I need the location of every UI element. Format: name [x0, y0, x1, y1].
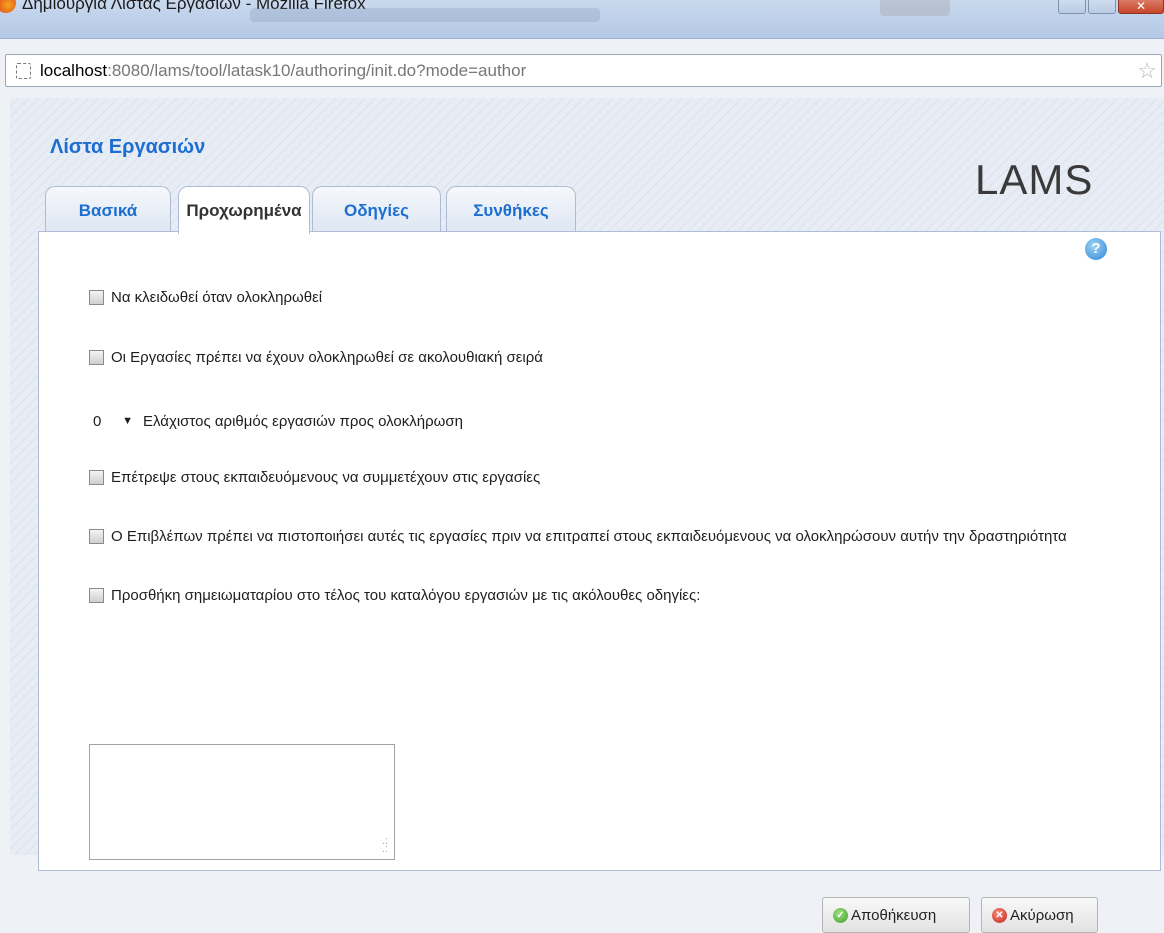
firefox-icon [0, 0, 16, 13]
notebook-instructions-textarea[interactable]: .:.: [89, 744, 395, 860]
window-controls: ✕ [1058, 0, 1164, 14]
lams-logo: LAMS [975, 156, 1094, 203]
resize-grip-icon[interactable]: .:.: [382, 836, 388, 855]
allow-contribution-checkbox[interactable] [89, 470, 104, 485]
monitor-verify-label: Ο Επιβλέπων πρέπει να πιστοποιήσει αυτές… [111, 528, 1067, 545]
tab-advanced[interactable]: Προχωρημένα [178, 186, 310, 234]
cancel-icon: ✕ [992, 907, 1007, 923]
lock-when-finished-checkbox[interactable] [89, 290, 104, 305]
add-notebook-option: Προσθήκη σημειωματαρίου στο τέλος του κα… [89, 587, 700, 604]
url-path: :8080/lams/tool/latask10/authoring/init.… [107, 61, 527, 80]
help-icon[interactable]: ? [1085, 238, 1107, 260]
advanced-settings-panel: ? Να κλειδωθεί όταν ολοκληρωθεί Οι Εργασ… [38, 231, 1161, 933]
save-button[interactable]: ✓ Αποθήκευση [822, 897, 970, 933]
page-content: Λίστα Εργασιών LAMS Βασικά Προχωρημένα Ο… [10, 98, 1164, 933]
monitor-verify-option: Ο Επιβλέπων πρέπει να πιστοποιήσει αυτές… [89, 528, 1067, 545]
min-tasks-label: Ελάχιστος αριθμός εργασιών προς ολοκλήρω… [143, 412, 463, 430]
dropdown-arrow-icon: ▼ [122, 415, 133, 427]
url-text[interactable]: localhost:8080/lams/tool/latask10/author… [40, 61, 526, 81]
cancel-button[interactable]: ✕ Ακύρωση [981, 897, 1098, 933]
sequential-order-checkbox[interactable] [89, 350, 104, 365]
minimize-button[interactable] [1058, 0, 1086, 14]
cancel-button-label: Ακύρωση [1010, 906, 1074, 924]
min-tasks-select[interactable]: 0 ▼ [89, 410, 137, 432]
min-tasks-value: 0 [93, 412, 102, 430]
lock-when-finished-label: Να κλειδωθεί όταν ολοκληρωθεί [111, 289, 323, 306]
maximize-button[interactable] [1088, 0, 1116, 14]
check-icon: ✓ [833, 907, 848, 923]
tab-instructions[interactable]: Οδηγίες [312, 186, 441, 232]
allow-contribution-option: Επέτρεψε στους εκπαιδευόμενους να συμμετ… [89, 469, 540, 486]
url-host: localhost [40, 61, 108, 80]
min-tasks-option: 0 ▼ Ελάχιστος αριθμός εργασιών προς ολοκ… [89, 410, 463, 432]
background-window-blur [880, 0, 950, 16]
save-button-label: Αποθήκευση [851, 906, 937, 924]
sequential-order-label: Οι Εργασίες πρέπει να έχουν ολοκληρωθεί … [111, 349, 543, 366]
window-titlebar: Δημιουργία Λίστας Εργασιών - Mozilla Fir… [0, 0, 1164, 39]
address-bar[interactable]: localhost:8080/lams/tool/latask10/author… [5, 54, 1162, 87]
close-button[interactable]: ✕ [1118, 0, 1164, 14]
add-notebook-checkbox[interactable] [89, 588, 104, 603]
allow-contribution-label: Επέτρεψε στους εκπαιδευόμενους να συμμετ… [111, 469, 541, 486]
tab-conditions[interactable]: Συνθήκες [446, 186, 576, 232]
page-title: Λίστα Εργασιών [50, 136, 206, 158]
background-window-blur [250, 8, 600, 22]
tab-basic[interactable]: Βασικά [45, 186, 171, 232]
bookmark-star-icon[interactable]: ☆ [1137, 58, 1157, 84]
monitor-verify-checkbox[interactable] [89, 529, 104, 544]
lock-when-finished-option: Να κλειδωθεί όταν ολοκληρωθεί [89, 289, 322, 306]
sequential-order-option: Οι Εργασίες πρέπει να έχουν ολοκληρωθεί … [89, 349, 543, 366]
add-notebook-label: Προσθήκη σημειωματαρίου στο τέλος του κα… [111, 587, 701, 604]
site-identity-icon[interactable] [16, 63, 31, 79]
